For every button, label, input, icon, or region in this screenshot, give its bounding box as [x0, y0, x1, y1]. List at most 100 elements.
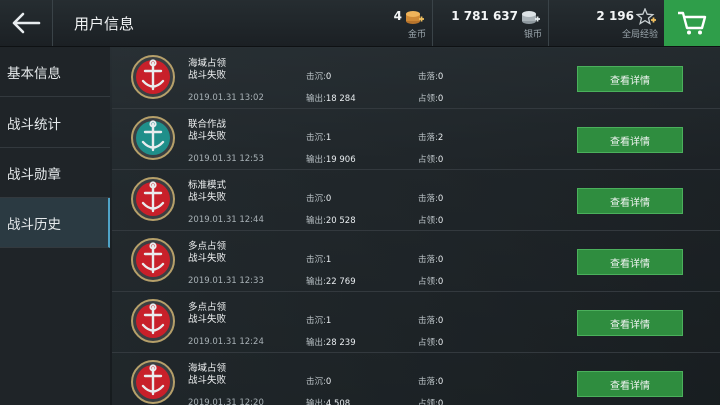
- captured-value: 0: [437, 338, 444, 348]
- downed-stat: 击落:0: [418, 192, 443, 204]
- gold-value: 4: [393, 9, 402, 23]
- damage-label: 输出:: [306, 399, 326, 405]
- downed-stat: 击落:0: [418, 314, 443, 326]
- captured-stat: 占领:0: [418, 153, 443, 165]
- sunk-label: 击沉:: [306, 377, 326, 387]
- downed-value: 0: [437, 72, 444, 82]
- view-details-button[interactable]: 查看详情: [577, 66, 683, 92]
- sidebar-item-battle-history[interactable]: 战斗历史: [0, 198, 110, 248]
- view-details-button[interactable]: 查看详情: [577, 127, 683, 153]
- sunk-stat: 击沉:1: [306, 131, 331, 143]
- battle-date: 2019.01.31 12:33: [188, 276, 264, 286]
- star-plus-icon: [636, 8, 656, 25]
- damage-stat: 输出:22 769: [306, 275, 356, 287]
- sidebar-item-basic-info[interactable]: 基本信息: [0, 47, 110, 97]
- sunk-value: 1: [325, 133, 332, 143]
- red-anchor-icon: [131, 299, 175, 343]
- downed-value: 0: [437, 377, 444, 387]
- xp-value: 2 196: [596, 9, 634, 23]
- captured-label: 占领:: [418, 399, 438, 405]
- battle-history-list[interactable]: 海域占领 战斗失败 2019.01.31 13:02 击沉:0 输出:18 284 击落:…: [112, 48, 720, 405]
- damage-value: 4 508: [325, 399, 351, 405]
- sunk-value: 1: [325, 255, 332, 265]
- battle-row: 海域占领 战斗失败 2019.01.31 12:20 击沉:0 输出:4 508 击落:0…: [112, 353, 720, 405]
- sidebar: 基本信息 战斗统计 战斗勋章 战斗历史: [0, 47, 110, 405]
- top-bar: 用户信息 4 金币 1 781 637 银币 2 196 全局经验: [0, 0, 720, 47]
- captured-value: 0: [437, 216, 444, 226]
- battle-result: 战斗失败: [188, 192, 227, 203]
- downed-value: 0: [437, 194, 444, 204]
- page-title: 用户信息: [74, 15, 135, 33]
- damage-label: 输出:: [306, 216, 326, 226]
- battle-result: 战斗失败: [188, 253, 227, 264]
- downed-label: 击落:: [418, 194, 438, 204]
- captured-stat: 占领:0: [418, 397, 443, 405]
- sunk-value: 0: [325, 194, 332, 204]
- sidebar-item-label: 基本信息: [7, 65, 61, 82]
- damage-stat: 输出:18 284: [306, 92, 356, 104]
- sunk-value: 1: [325, 316, 332, 326]
- view-details-button[interactable]: 查看详情: [577, 310, 683, 336]
- battle-result: 战斗失败: [188, 314, 227, 325]
- view-details-button[interactable]: 查看详情: [577, 371, 683, 397]
- captured-stat: 占领:0: [418, 92, 443, 104]
- downed-stat: 击落:0: [418, 375, 443, 387]
- battle-result: 战斗失败: [188, 70, 227, 81]
- captured-label: 占领:: [418, 155, 438, 165]
- silver-stat[interactable]: 1 781 637 银币: [438, 4, 544, 42]
- battle-result: 战斗失败: [188, 131, 227, 142]
- damage-label: 输出:: [306, 155, 326, 165]
- downed-label: 击落:: [418, 316, 438, 326]
- gold-label: 金币: [407, 30, 426, 40]
- downed-value: 0: [437, 316, 444, 326]
- battle-row: 联合作战 战斗失败 2019.01.31 12:53 击沉:1 输出:19 906 击落:…: [112, 109, 720, 170]
- downed-stat: 击落:2: [418, 131, 443, 143]
- silver-coin-plus-icon: [522, 11, 540, 24]
- captured-stat: 占领:0: [418, 336, 443, 348]
- damage-label: 输出:: [306, 277, 326, 287]
- divider: [432, 0, 433, 46]
- damage-label: 输出:: [306, 338, 326, 348]
- view-details-button[interactable]: 查看详情: [577, 188, 683, 214]
- gold-stat[interactable]: 4 金币: [380, 4, 428, 42]
- damage-value: 28 239: [325, 338, 356, 348]
- battle-date: 2019.01.31 12:24: [188, 337, 264, 347]
- sidebar-item-label: 战斗统计: [7, 116, 61, 133]
- battle-row: 海域占领 战斗失败 2019.01.31 13:02 击沉:0 输出:18 284 击落:…: [112, 48, 720, 109]
- red-anchor-icon: [131, 360, 175, 404]
- damage-stat: 输出:20 528: [306, 214, 356, 226]
- sunk-label: 击沉:: [306, 316, 326, 326]
- silver-label: 银币: [523, 30, 542, 40]
- divider: [548, 0, 549, 46]
- battle-date: 2019.01.31 13:02: [188, 93, 264, 103]
- sunk-label: 击沉:: [306, 72, 326, 82]
- sunk-label: 击沉:: [306, 194, 326, 204]
- cart-icon: [678, 11, 707, 35]
- captured-value: 0: [437, 155, 444, 165]
- downed-label: 击落:: [418, 72, 438, 82]
- sidebar-item-label: 战斗历史: [7, 216, 61, 233]
- sidebar-item-battle-medals[interactable]: 战斗勋章: [0, 148, 110, 198]
- red-anchor-icon: [131, 177, 175, 221]
- captured-value: 0: [437, 277, 444, 287]
- downed-stat: 击落:0: [418, 253, 443, 265]
- sunk-label: 击沉:: [306, 133, 326, 143]
- back-button[interactable]: [0, 0, 53, 46]
- downed-value: 0: [437, 255, 444, 265]
- downed-label: 击落:: [418, 377, 438, 387]
- sunk-stat: 击沉:1: [306, 253, 331, 265]
- sunk-stat: 击沉:0: [306, 192, 331, 204]
- battle-date: 2019.01.31 12:44: [188, 215, 264, 225]
- downed-label: 击落:: [418, 133, 438, 143]
- captured-stat: 占领:0: [418, 275, 443, 287]
- damage-label: 输出:: [306, 94, 326, 104]
- sidebar-item-battle-stats[interactable]: 战斗统计: [0, 98, 110, 148]
- downed-label: 击落:: [418, 255, 438, 265]
- gold-coin-plus-icon: [406, 11, 424, 24]
- view-details-button[interactable]: 查看详情: [577, 249, 683, 275]
- xp-stat[interactable]: 2 196 全局经验: [554, 4, 660, 42]
- shop-cart-button[interactable]: [664, 0, 720, 46]
- battle-row: 多点占领 战斗失败 2019.01.31 12:33 击沉:1 输出:22 769 击落:…: [112, 231, 720, 292]
- downed-stat: 击落:0: [418, 70, 443, 82]
- captured-stat: 占领:0: [418, 214, 443, 226]
